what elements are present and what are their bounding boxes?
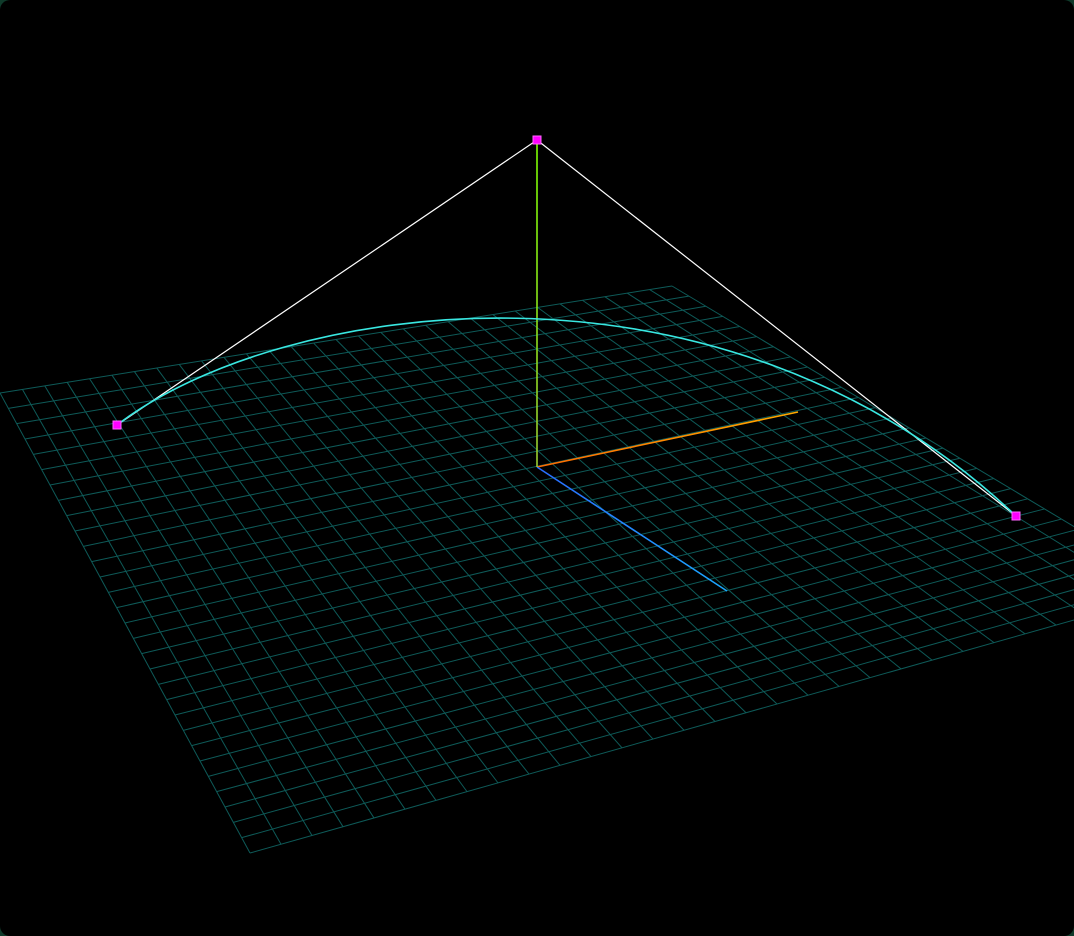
control-point-apex[interactable] (532, 135, 542, 145)
control-point-start[interactable] (112, 420, 122, 430)
grid-line (582, 299, 1057, 626)
control-point-end[interactable] (1011, 511, 1021, 521)
grid-line (208, 544, 1074, 777)
grid-line (649, 289, 1074, 553)
scene-canvas[interactable] (0, 0, 1074, 936)
3d-viewport[interactable] (0, 0, 1074, 936)
grid-line (166, 488, 1011, 701)
grid-line (425, 324, 840, 687)
grid-line (249, 619, 1074, 854)
control-line-right (536, 139, 1017, 517)
grid-line (124, 437, 927, 624)
grid-line (241, 604, 1074, 839)
grid-line (224, 574, 1074, 808)
grid-line (233, 589, 1074, 823)
control-line-left (116, 139, 538, 426)
grid-line (158, 478, 994, 685)
grid-line (604, 296, 1074, 609)
x-axis (536, 411, 799, 468)
grid-line (514, 310, 964, 652)
grid-line (149, 467, 977, 670)
grid-line (671, 285, 1074, 528)
z-axis (536, 466, 728, 592)
grid-line (537, 306, 995, 644)
